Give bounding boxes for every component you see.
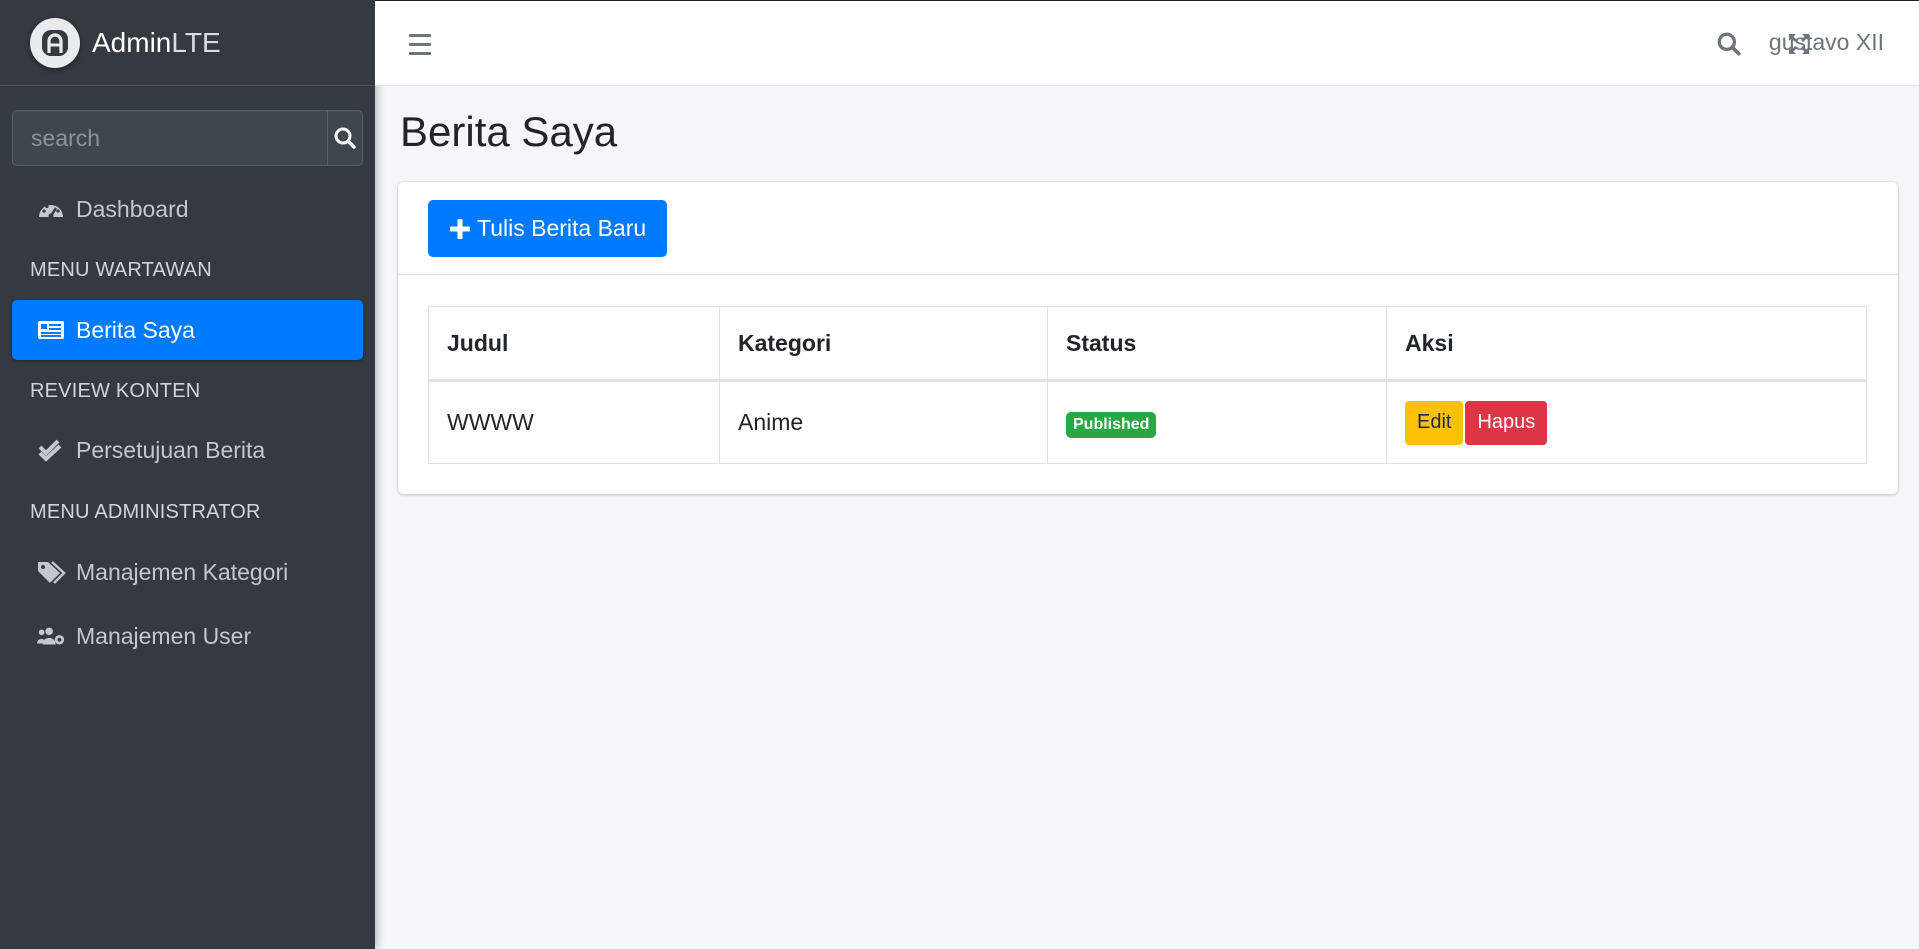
column-header-judul[interactable]: Judul <box>428 306 720 382</box>
brand-link[interactable]: AdminLTE <box>0 0 375 86</box>
nav-header-review: REVIEW KONTEN <box>30 380 201 402</box>
nav-header-wartawan: MENU WARTAWAN <box>30 259 212 281</box>
bars-icon[interactable] <box>409 29 441 59</box>
search-icon <box>1717 32 1741 56</box>
cell-status: Published <box>1047 380 1387 464</box>
sidebar-item-label: Persetujuan Berita <box>76 436 266 463</box>
write-new-news-button[interactable]: Tulis Berita Baru <box>428 200 668 257</box>
brand-name-bold: Admin <box>92 26 172 58</box>
sidebar-item-persetujuan-berita[interactable]: Persetujuan Berita <box>12 420 363 480</box>
tags-icon <box>36 557 66 587</box>
cell-aksi: Edit Hapus <box>1386 380 1867 464</box>
newspaper-icon <box>36 315 66 345</box>
main-sidebar: AdminLTE Dashboard MENU WARTAWAN Berita … <box>0 0 375 949</box>
brand-text: AdminLTE <box>92 27 221 59</box>
sidebar-search-input[interactable] <box>12 110 327 166</box>
sidebar-item-manajemen-user[interactable]: Manajemen User <box>12 606 363 666</box>
user-menu[interactable]: gustavo XII <box>1769 29 1884 56</box>
cell-kategori: Anime <box>719 380 1048 464</box>
top-navbar: gustavo XII <box>375 0 1919 86</box>
sidebar-item-label: Manajemen User <box>76 622 252 649</box>
table-row: WWWW Anime Published Edit Hapus <box>428 380 1867 464</box>
cell-judul: WWWW <box>428 380 720 464</box>
column-header-kategori[interactable]: Kategori <box>719 306 1048 382</box>
status-badge: Published <box>1066 411 1157 438</box>
sidebar-item-label: Dashboard <box>76 195 189 222</box>
column-header-status[interactable]: Status <box>1047 306 1387 382</box>
page-title: Berita Saya <box>400 108 618 155</box>
sidebar-item-label: Berita Saya <box>76 316 195 343</box>
sidebar-search-button[interactable] <box>327 110 363 166</box>
users-cog-icon <box>36 621 66 651</box>
check-double-icon <box>36 435 66 465</box>
table-header-row: Judul Kategori Status Aksi <box>428 306 1867 382</box>
sidebar-item-manajemen-kategori[interactable]: Manajemen Kategori <box>12 542 363 602</box>
navbar-search-button[interactable] <box>1712 27 1746 61</box>
nav-header-administrator: MENU ADMINISTRATOR <box>30 501 261 523</box>
news-table: Judul Kategori Status Aksi WWWW Anime Pu… <box>428 306 1867 464</box>
sidebar-item-dashboard[interactable]: Dashboard <box>12 179 363 239</box>
card-header: Tulis Berita Baru <box>398 182 1898 275</box>
plus-icon <box>450 218 470 239</box>
sidebar-item-berita-saya[interactable]: Berita Saya <box>12 300 363 360</box>
tachometer-icon <box>36 194 66 224</box>
edit-button[interactable]: Edit <box>1405 400 1464 445</box>
news-card: Tulis Berita Baru Judul Kategori Status … <box>398 182 1898 494</box>
sidebar-item-label: Manajemen Kategori <box>76 558 289 585</box>
adminlte-logo-icon <box>30 17 80 68</box>
sidebar-search <box>12 110 363 166</box>
write-new-news-label: Tulis Berita Baru <box>477 215 647 241</box>
search-icon <box>334 127 356 149</box>
delete-button[interactable]: Hapus <box>1465 400 1548 445</box>
column-header-aksi[interactable]: Aksi <box>1386 306 1867 382</box>
brand-name-light: LTE <box>171 26 221 58</box>
